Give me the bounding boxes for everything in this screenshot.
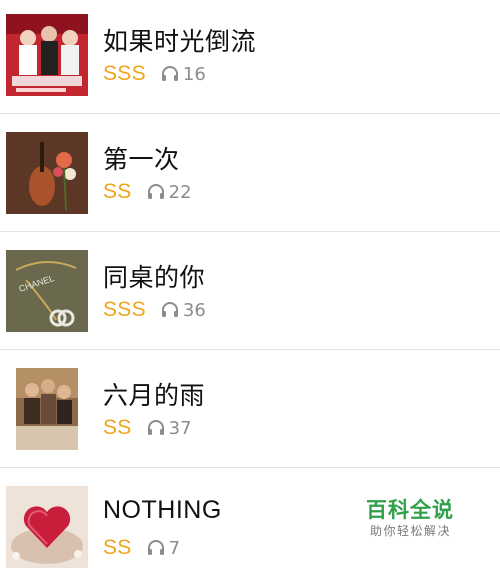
watermark-subtitle: 助你轻松解决	[370, 524, 452, 538]
song-title: 六月的雨	[103, 381, 206, 410]
song-meta: SSS 36	[103, 298, 206, 322]
divider	[0, 231, 500, 232]
album-cover[interactable]	[6, 486, 88, 568]
listen-count: 7	[146, 538, 180, 559]
grade-badge: SS	[103, 416, 132, 439]
listen-count: 22	[146, 182, 192, 203]
listen-count: 37	[146, 418, 192, 439]
listen-count-value: 16	[182, 63, 206, 85]
headphones-icon	[147, 540, 164, 555]
song-item[interactable]: CHANEL 同桌的你 SSS 36	[0, 236, 500, 354]
listen-count: 36	[160, 300, 206, 321]
album-cover[interactable]: CHANEL	[6, 250, 88, 332]
grade-badge: SS	[103, 180, 132, 203]
album-cover-heart-cake-icon	[6, 486, 88, 568]
song-title: 第一次	[103, 145, 180, 174]
headphones-icon	[161, 302, 178, 317]
headphones-icon	[161, 66, 178, 81]
song-meta: SS 37	[103, 416, 192, 440]
grade-badge: SS	[103, 536, 132, 559]
album-cover-violin-flowers-icon	[6, 132, 88, 214]
grade-badge: SSS	[103, 62, 146, 85]
listen-count-value: 7	[168, 537, 181, 559]
album-cover[interactable]	[6, 14, 88, 96]
song-item[interactable]: 第一次 SS 22	[0, 118, 500, 236]
watermark-title: 百科全说	[366, 498, 454, 522]
watermark: 百科全说 助你轻松解决	[358, 492, 476, 542]
headphones-icon	[147, 184, 164, 199]
divider	[0, 113, 500, 114]
listen-count-value: 36	[182, 299, 206, 321]
song-item[interactable]: 六月的雨 SS 37	[0, 354, 500, 472]
album-cover[interactable]	[16, 368, 78, 450]
song-meta: SSS 16	[103, 62, 206, 86]
album-cover-drama-poster-icon	[6, 14, 88, 96]
album-cover-chanel-necklace-icon: CHANEL	[6, 250, 88, 332]
song-title: 如果时光倒流	[103, 27, 257, 56]
listen-count-value: 37	[168, 417, 192, 439]
listen-count: 16	[160, 64, 206, 85]
song-meta: SS 7	[103, 536, 180, 560]
song-item[interactable]: 如果时光倒流 SSS 16	[0, 0, 500, 118]
album-cover-drama-cast-icon	[16, 368, 78, 450]
song-title: NOTHING	[103, 496, 222, 524]
divider	[0, 349, 500, 350]
divider	[0, 467, 500, 468]
listen-count-value: 22	[168, 181, 192, 203]
song-meta: SS 22	[103, 180, 192, 204]
album-cover[interactable]	[6, 132, 88, 214]
song-title: 同桌的你	[103, 263, 206, 292]
headphones-icon	[147, 420, 164, 435]
grade-badge: SSS	[103, 298, 146, 321]
